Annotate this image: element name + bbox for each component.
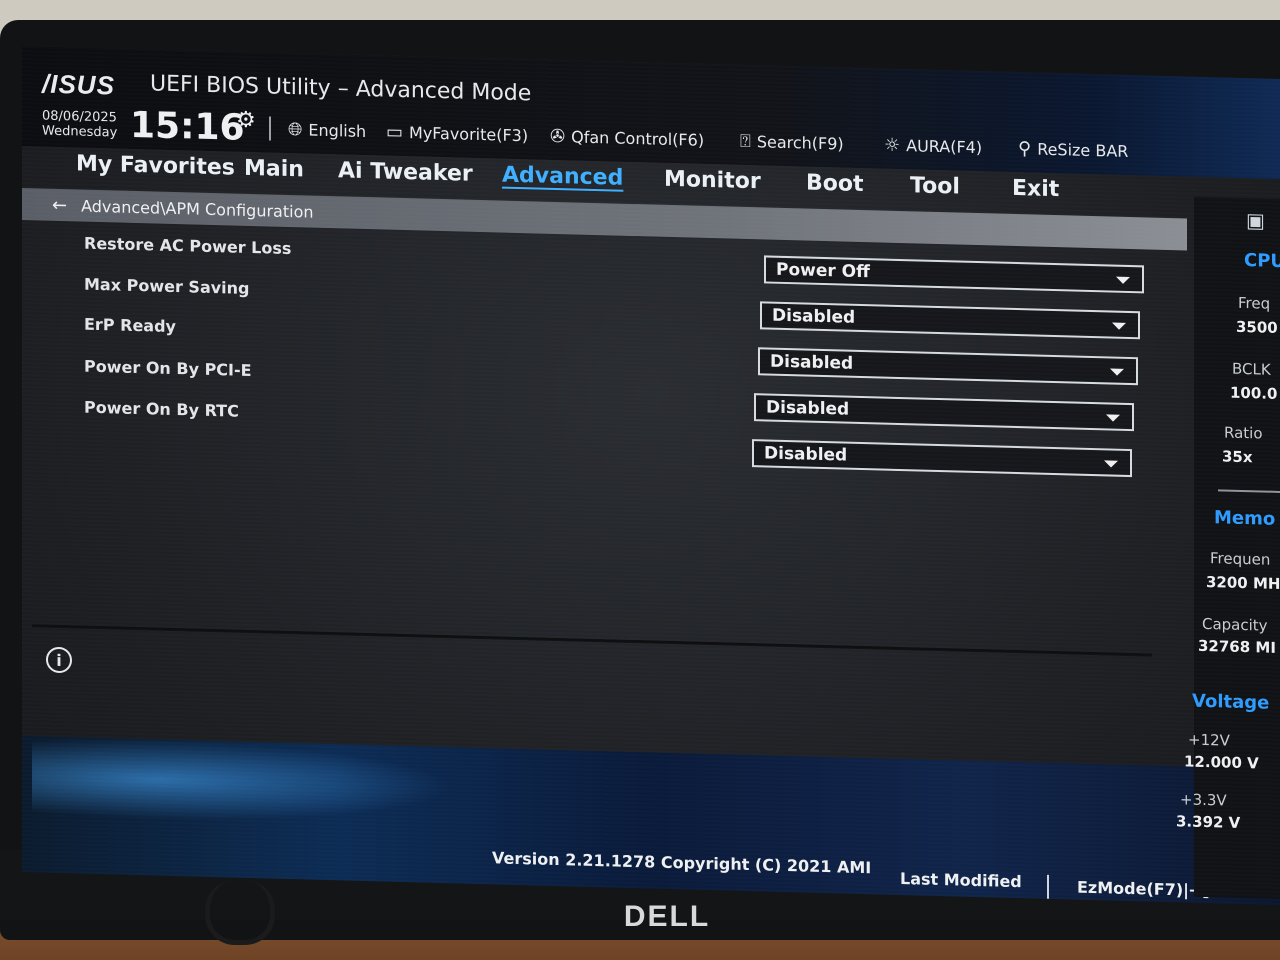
dropdown-max-power-saving[interactable]: Disabled xyxy=(760,301,1140,340)
resize-bar-label: ReSize BAR xyxy=(1037,139,1129,161)
cpu-ratio-value: 35x xyxy=(1222,447,1253,467)
clock: 15:16 xyxy=(130,104,245,149)
dropdown-value: Disabled xyxy=(772,305,856,328)
chevron-down-icon xyxy=(1112,322,1126,330)
dropdown-value: Disabled xyxy=(770,351,854,374)
dropdown-power-on-by-rtc[interactable]: Disabled xyxy=(752,439,1132,478)
search-label: Search(F9) xyxy=(756,132,844,154)
date-display: 08/06/2025 Wednesday xyxy=(42,109,117,141)
globe-icon: 🌐︎ xyxy=(288,118,303,141)
chevron-down-icon xyxy=(1110,368,1124,376)
footer-glow xyxy=(32,736,452,828)
memory-freq-value: 3200 MH xyxy=(1206,573,1280,593)
dropdown-power-on-by-pcie[interactable]: Disabled xyxy=(754,393,1134,432)
dropdown-value: Disabled xyxy=(764,443,848,466)
setting-label-power-on-by-rtc[interactable]: Power On By RTC xyxy=(84,398,239,421)
search-icon: ⍰ xyxy=(740,130,751,153)
setting-label-restore-ac-power-loss[interactable]: Restore AC Power Loss xyxy=(84,234,291,258)
memory-section-title: Memo xyxy=(1214,507,1276,530)
qfan-label: Qfan Control(F6) xyxy=(571,127,705,150)
bios-screen: /ISUS UEFI BIOS Utility – Advanced Mode … xyxy=(22,46,1280,905)
chevron-down-icon xyxy=(1116,276,1130,285)
memory-freq-label: Frequen xyxy=(1210,549,1271,569)
voltage-3v3-value: 3.392 V xyxy=(1176,812,1241,832)
cpu-freq-value: 3500 xyxy=(1236,317,1278,337)
setting-label-power-on-by-pcie[interactable]: Power On By PCI-E xyxy=(84,357,252,380)
resize-bar-button[interactable]: ⚲ ReSize BAR xyxy=(1018,138,1128,162)
footer-divider xyxy=(1047,874,1049,899)
cpu-bclk-value: 100.0 xyxy=(1230,383,1278,403)
dropdown-value: Disabled xyxy=(766,397,850,420)
last-modified-button[interactable]: Last Modified xyxy=(900,869,1022,891)
qfan-control-button[interactable]: ✇ Qfan Control(F6) xyxy=(550,126,704,151)
memory-capacity-label: Capacity xyxy=(1202,614,1268,635)
cpu-section-title: CPU xyxy=(1244,249,1280,273)
info-icon: i xyxy=(46,646,72,674)
back-arrow-icon[interactable]: ← xyxy=(52,194,67,215)
tab-advanced[interactable]: Advanced xyxy=(502,163,623,191)
aura-button[interactable]: ☼ AURA(F4) xyxy=(884,135,982,159)
my-favorite-button[interactable]: ▭ MyFavorite(F3) xyxy=(386,122,528,147)
voltage-12v-value: 12.000 V xyxy=(1184,752,1259,773)
ezmode-button[interactable]: EzMode(F7)|→] xyxy=(1077,878,1210,900)
cpu-bclk-label: BCLK xyxy=(1232,359,1271,379)
tab-ai-tweaker[interactable]: Ai Tweaker xyxy=(338,158,473,187)
chevron-down-icon xyxy=(1106,414,1120,422)
dell-logo: DELL xyxy=(623,900,711,933)
tab-boot[interactable]: Boot xyxy=(806,171,864,198)
language-button[interactable]: 🌐︎ English xyxy=(288,119,366,142)
gear-icon[interactable]: ⚙ xyxy=(236,108,256,134)
language-label: English xyxy=(308,120,367,142)
aura-label: AURA(F4) xyxy=(906,136,983,158)
voltage-3v3-label: +3.3V xyxy=(1180,790,1227,810)
search-button[interactable]: ⍰ Search(F9) xyxy=(740,131,844,155)
tab-main[interactable]: Main xyxy=(244,156,304,183)
favorite-icon: ▭ xyxy=(386,121,404,143)
monitor-icon: ▣ xyxy=(1246,208,1265,233)
aura-icon: ☼ xyxy=(884,134,901,156)
monitor-cable xyxy=(205,880,275,945)
dropdown-erp-ready[interactable]: Disabled xyxy=(758,347,1138,386)
resize-bar-icon: ⚲ xyxy=(1018,138,1032,160)
help-divider xyxy=(32,624,1152,657)
voltage-12v-label: +12V xyxy=(1188,730,1230,750)
weekday-text: Wednesday xyxy=(42,123,118,141)
toolbar-divider xyxy=(269,116,271,141)
asus-logo: /ISUS xyxy=(42,68,115,101)
cpu-ratio-label: Ratio xyxy=(1224,423,1263,443)
fan-icon: ✇ xyxy=(550,125,566,148)
chevron-down-icon xyxy=(1104,460,1118,468)
voltage-section-title: Voltage xyxy=(1192,690,1270,714)
tab-my-favorites[interactable]: My Favorites xyxy=(76,151,235,180)
breadcrumb-path: Advanced\APM Configuration xyxy=(81,196,314,222)
setting-label-max-power-saving[interactable]: Max Power Saving xyxy=(84,275,250,298)
tab-monitor[interactable]: Monitor xyxy=(664,167,761,195)
setting-label-erp-ready[interactable]: ErP Ready xyxy=(84,315,176,336)
tab-tool[interactable]: Tool xyxy=(910,173,960,199)
dropdown-restore-ac-power-loss[interactable]: Power Off xyxy=(764,255,1144,294)
my-favorite-label: MyFavorite(F3) xyxy=(409,123,529,146)
tab-exit[interactable]: Exit xyxy=(1012,176,1059,202)
dropdown-value: Power Off xyxy=(776,259,870,283)
cpu-freq-label: Freq xyxy=(1238,293,1271,313)
memory-capacity-value: 32768 MI xyxy=(1198,636,1276,657)
